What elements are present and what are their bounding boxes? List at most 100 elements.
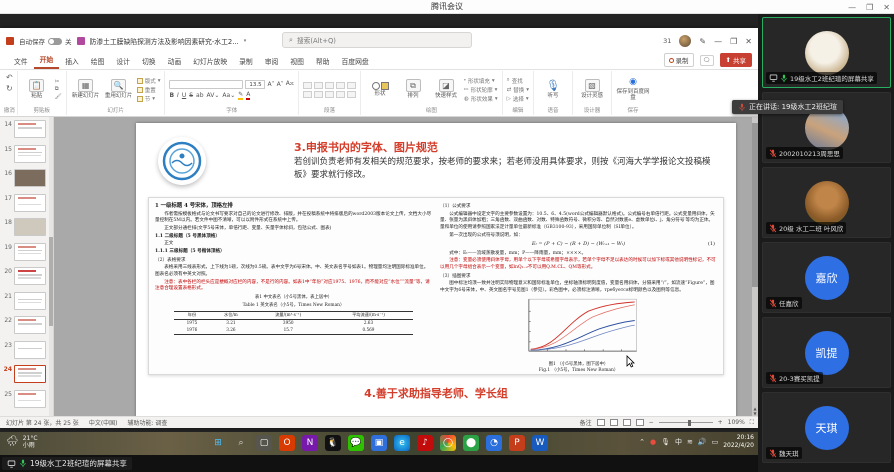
reset-button[interactable]: 重置 [137, 86, 161, 94]
comments-badge[interactable]: 31 [663, 37, 671, 45]
search-taskbar-icon[interactable]: ⌕ [233, 435, 249, 451]
font-name-select[interactable] [169, 80, 243, 89]
thumbnail-21[interactable]: 21 [2, 291, 47, 316]
thumbnail-14[interactable]: 14 [2, 119, 47, 144]
align-right-icon[interactable] [325, 91, 334, 98]
browser360-icon[interactable]: ⬤ [463, 435, 479, 451]
thumbnail-15[interactable]: 15 [2, 144, 47, 169]
save-to-baidu-button[interactable]: ◉ 保存到百度网盘 [616, 73, 650, 106]
shrink-font-icon[interactable]: A˅ [277, 81, 284, 88]
share-button[interactable]: ⬆ 共享 [720, 53, 752, 67]
tab-home[interactable]: 开始 [34, 52, 60, 69]
fit-slide-icon[interactable]: ⛶ [750, 419, 754, 427]
edge-icon[interactable]: e [394, 435, 410, 451]
shapes-gallery[interactable]: 形状 [365, 82, 395, 97]
paste-button[interactable]: 📋 粘贴 [22, 79, 52, 99]
shape-effects-button[interactable]: ◍ 形状效果 ▾ [464, 95, 498, 103]
office-icon[interactable]: O [279, 435, 295, 451]
dictate-button[interactable]: 🎙 听写 [538, 73, 568, 106]
shape-fill-button[interactable]: 🞄 形状填充 ▾ [464, 77, 498, 85]
section-button[interactable]: 节▾ [137, 95, 161, 103]
indent-decrease-icon[interactable] [325, 82, 334, 89]
tab-draw[interactable]: 绘图 [85, 54, 111, 69]
chevron-down-icon[interactable]: ▾ [244, 38, 247, 44]
align-center-icon[interactable] [314, 91, 323, 98]
record-button[interactable]: 录制 [664, 53, 694, 67]
user-avatar[interactable] [679, 35, 691, 47]
thumbnail-24-selected[interactable]: 24 [2, 364, 47, 389]
highlight-icon[interactable]: ✎ [238, 91, 243, 100]
maximize-icon[interactable]: ❐ [866, 3, 873, 12]
minimize-icon[interactable]: — [848, 3, 856, 12]
onenote-icon[interactable]: N [302, 435, 318, 451]
battery-icon[interactable]: ▭ [712, 438, 719, 446]
ime-indicator[interactable]: 中 [675, 437, 682, 447]
participant-tile[interactable]: 20级 水工二班 叶风欣 [762, 167, 891, 238]
comment-icon[interactable]: 🗨 [700, 55, 714, 66]
tab-review[interactable]: 审阅 [259, 54, 285, 69]
find-button[interactable]: ⌕ 查找 [507, 77, 529, 85]
line-spacing-icon[interactable] [347, 82, 356, 89]
baidu-pan-icon[interactable]: ◔ [486, 435, 502, 451]
slide-24[interactable]: 3.申报书内的字体、图片规范 若创训负责老师有发相关的规范要求，按老师的要求来；… [136, 123, 736, 416]
participant-tile-sharer[interactable]: 19级水工2班纪瑄的屏幕共享 [762, 17, 891, 88]
arrange-button[interactable]: ⧉ 排列 [398, 79, 428, 99]
tab-transitions[interactable]: 切换 [136, 54, 162, 69]
reuse-slides-button[interactable]: 🔍 重用幻灯片 [104, 79, 134, 99]
recording-tray-icon[interactable]: ● [650, 438, 656, 446]
design-ideas-button[interactable]: ▧ 设计灵感 [577, 73, 607, 106]
italic-button[interactable]: I [177, 92, 179, 99]
thumbnail-23[interactable]: 23 [2, 340, 47, 365]
thumbnail-17[interactable]: 17 [2, 193, 47, 218]
shape-outline-button[interactable]: ✏ 形状轮廓 ▾ [464, 86, 498, 94]
qq-icon[interactable]: 🐧 [325, 435, 341, 451]
thumbnail-18[interactable]: 18 [2, 217, 47, 242]
taskbar-clock[interactable]: 20:162022/4/20 [723, 434, 754, 449]
zoom-slider[interactable] [659, 422, 713, 423]
slideshow-icon[interactable] [636, 419, 644, 426]
normal-view-icon[interactable] [597, 419, 605, 426]
tray-expand-icon[interactable]: ⌃ [639, 438, 645, 446]
wifi-icon[interactable]: ≋ [687, 438, 693, 446]
thumbnail-22[interactable]: 22 [2, 315, 47, 340]
numbering-icon[interactable] [314, 82, 323, 89]
tab-baidu-pan[interactable]: 百度网盘 [336, 54, 375, 69]
tab-slideshow[interactable]: 幻灯片放映 [187, 54, 233, 69]
autosave-toggle[interactable]: 自动保存 关 [19, 36, 72, 46]
slide-sorter-icon[interactable] [610, 419, 618, 426]
undo-icon[interactable]: ↶ [6, 73, 13, 82]
accessibility-status[interactable]: 辅助功能: 调查 [128, 418, 168, 427]
close-icon[interactable]: ✕ [883, 3, 890, 12]
tab-design[interactable]: 设计 [110, 54, 136, 69]
word-taskbar-icon[interactable]: W [532, 435, 548, 451]
ppt-minimize-icon[interactable]: — [714, 37, 722, 46]
save-icon[interactable] [77, 37, 85, 45]
tab-file[interactable]: 文件 [8, 54, 34, 69]
zoom-level[interactable]: 109% [728, 419, 745, 426]
zoom-in-icon[interactable]: + [718, 419, 723, 426]
quick-styles-button[interactable]: ◪ 快速样式 [431, 79, 461, 99]
mic-tray-icon[interactable]: 🎙 [661, 438, 670, 446]
participant-tile[interactable]: 凯提 20-3赛买凯提 [762, 317, 891, 388]
chrome-icon[interactable]: ◯ [440, 435, 456, 451]
copy-icon[interactable]: ⧉ [55, 86, 62, 93]
replace-button[interactable]: ⇄ 替换 ▾ [507, 86, 529, 94]
speaker-icon[interactable]: 🔊 [698, 438, 707, 446]
document-title[interactable]: 防渗土工膜缺陷探测方法及影响因素研究-水工2... [90, 36, 239, 46]
language-status[interactable]: 中文(中国) [89, 418, 118, 427]
align-left-icon[interactable] [303, 91, 312, 98]
redo-icon[interactable]: ↻ [6, 84, 13, 93]
justify-icon[interactable] [336, 91, 345, 98]
powerpoint-taskbar-icon[interactable]: P [509, 435, 525, 451]
reading-view-icon[interactable] [623, 419, 631, 426]
strikethrough-button[interactable]: S [189, 92, 193, 99]
change-case-icon[interactable]: Aa⌄ [222, 92, 235, 99]
wechat-icon[interactable]: 💬 [348, 435, 364, 451]
grow-font-icon[interactable]: A˄ [267, 81, 274, 88]
ppt-close-icon[interactable]: ✕ [745, 37, 752, 46]
search-input[interactable]: ⌕ 搜索(Alt+Q) [282, 32, 472, 48]
layout-button[interactable]: 版式▾ [137, 77, 161, 85]
tab-animations[interactable]: 动画 [162, 54, 188, 69]
tab-view[interactable]: 视图 [284, 54, 310, 69]
bullets-icon[interactable] [303, 82, 312, 89]
